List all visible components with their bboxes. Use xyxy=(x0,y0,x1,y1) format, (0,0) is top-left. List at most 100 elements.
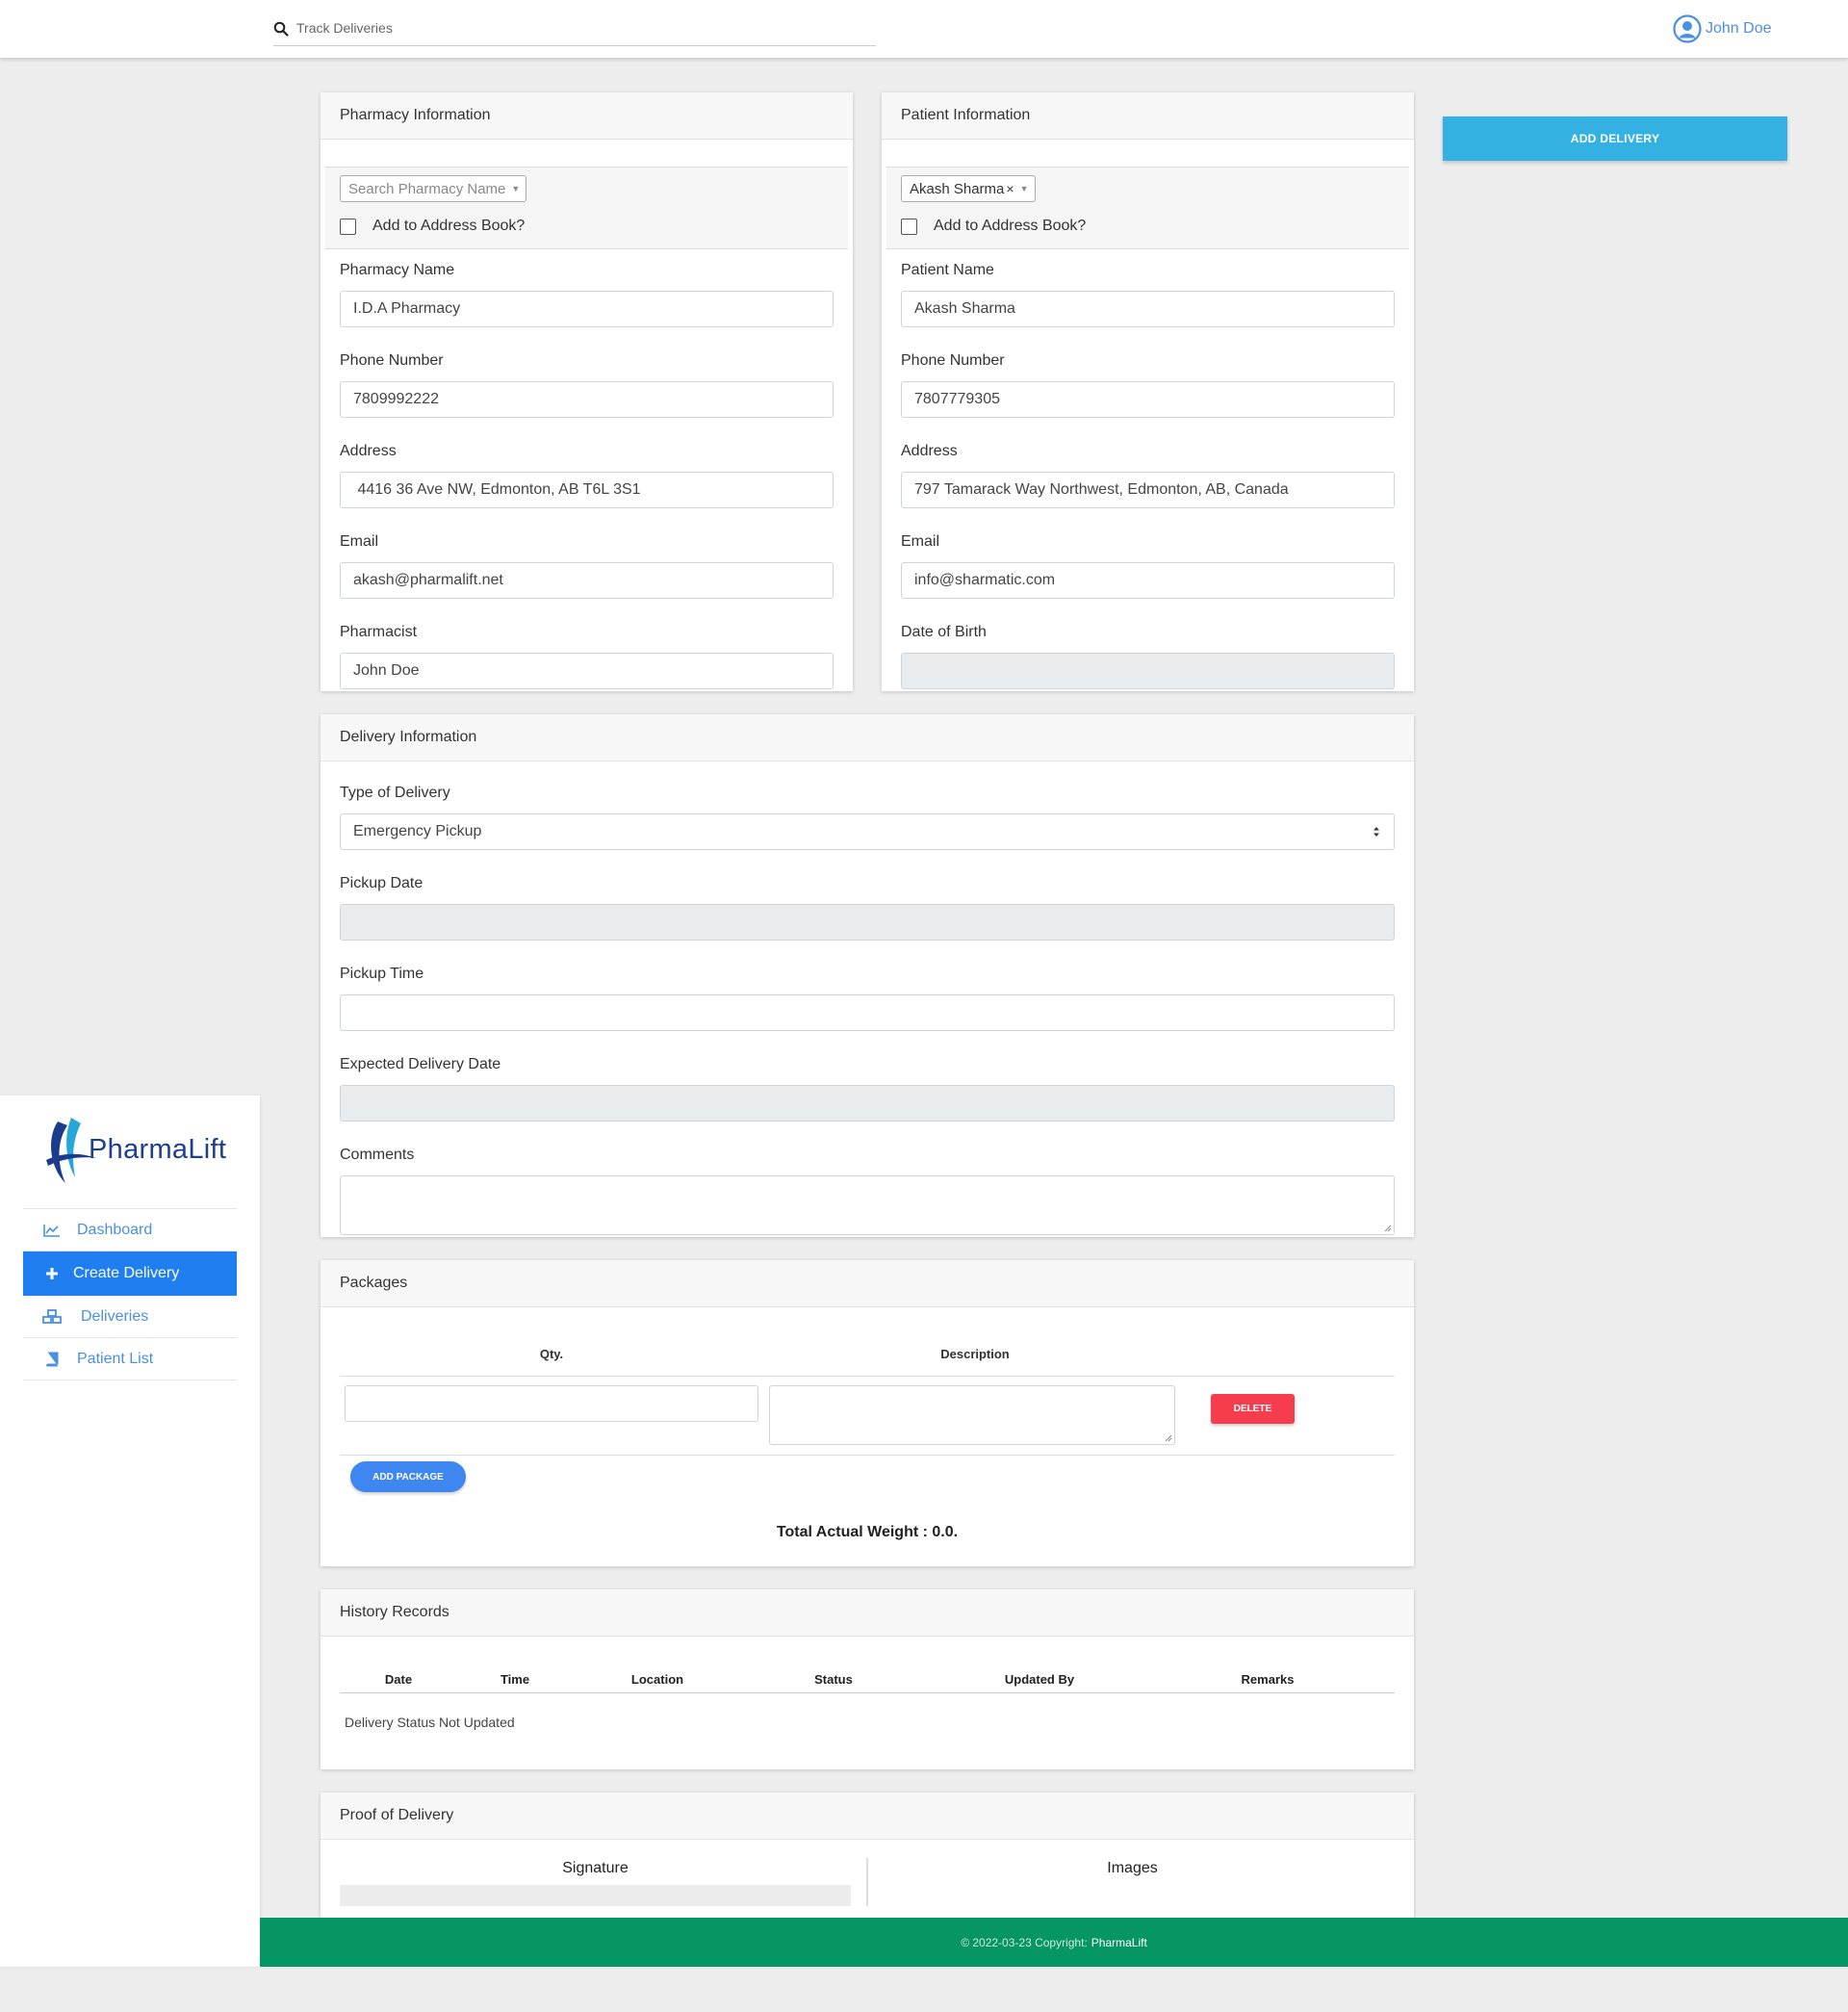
history-col-location: Location xyxy=(630,1672,684,1687)
pharmacist-input[interactable]: John Doe xyxy=(340,653,834,689)
patient-address-label: Address xyxy=(901,443,958,459)
comments-label: Comments xyxy=(340,1147,415,1163)
pharmacy-address-book-label: Add to Address Book? xyxy=(372,218,526,234)
pharmacy-phone-label: Phone Number xyxy=(340,352,444,369)
patient-address-book-label: Add to Address Book? xyxy=(934,218,1087,234)
patient-card: Patient Information Akash Sharma × ▼ Add… xyxy=(882,92,1414,691)
description-column-header: Description xyxy=(940,1347,1010,1361)
history-table-header: Date Time Location Status Updated By Rem… xyxy=(340,1655,1395,1693)
delivery-type-value: Emergency Pickup xyxy=(353,823,482,839)
package-description-textarea[interactable] xyxy=(769,1385,1175,1445)
user-name: John Doe xyxy=(1706,20,1772,37)
pharmacy-card-title: Pharmacy Information xyxy=(321,92,853,140)
history-col-time: Time xyxy=(500,1672,530,1687)
images-heading: Images xyxy=(1107,1860,1158,1876)
sidebar-nav: Dashboard Create Delivery Deliveries Pat… xyxy=(23,1208,237,1380)
resize-handle-icon[interactable] xyxy=(1165,1434,1172,1442)
patient-address-book-checkbox[interactable] xyxy=(901,218,917,235)
qty-column-header: Qty. xyxy=(539,1347,564,1361)
pharmacy-card: Pharmacy Information Search Pharmacy Nam… xyxy=(321,92,853,691)
sidebar: PharmaLift Dashboard Create Delivery Del… xyxy=(0,1096,260,1967)
pickup-date-label: Pickup Date xyxy=(340,875,424,891)
delivery-card-title: Delivery Information xyxy=(321,714,1414,761)
signature-heading: Signature xyxy=(562,1860,629,1876)
dob-input[interactable] xyxy=(901,653,1395,689)
total-weight: Total Actual Weight : 0.0. xyxy=(776,1524,959,1540)
proof-card: Proof of Delivery Signature Images xyxy=(321,1793,1414,1918)
patient-address-book-row: Add to Address Book? xyxy=(901,218,1086,235)
patient-select-area: Akash Sharma × ▼ Add to Address Book? xyxy=(886,167,1409,249)
proof-card-title: Proof of Delivery xyxy=(321,1793,1414,1840)
sidebar-item-patient-list[interactable]: Patient List xyxy=(23,1338,237,1380)
patient-email-label: Email xyxy=(901,533,940,550)
patient-card-title: Patient Information xyxy=(882,92,1414,140)
select-arrows-icon xyxy=(1373,827,1379,837)
add-package-button[interactable]: ADD PACKAGE xyxy=(350,1461,466,1492)
packages-card: Packages Qty. Description DELETE ADD PAC… xyxy=(321,1260,1414,1566)
patient-address-input[interactable]: 797 Tamarack Way Northwest, Edmonton, AB… xyxy=(901,472,1395,508)
user-menu[interactable]: John Doe xyxy=(1673,13,1772,44)
delete-package-button[interactable]: DELETE xyxy=(1211,1394,1295,1424)
patient-name-label: Patient Name xyxy=(901,262,994,278)
pickup-time-input[interactable] xyxy=(340,994,1395,1031)
signature-pad[interactable] xyxy=(340,1885,851,1906)
sidebar-item-label: Patient List xyxy=(77,1350,154,1367)
history-col-status: Status xyxy=(814,1672,853,1687)
history-card: History Records Date Time Location Statu… xyxy=(321,1589,1414,1769)
user-avatar-icon xyxy=(1673,14,1702,43)
add-delivery-button[interactable]: ADD DELIVERY xyxy=(1443,116,1787,161)
footer-brand-link[interactable]: PharmaLift xyxy=(1091,1936,1147,1949)
sidebar-item-label: Deliveries xyxy=(81,1307,149,1325)
delivery-card: Delivery Information Type of Delivery Em… xyxy=(321,714,1414,1237)
pharmacy-email-input[interactable]: akash@pharmalift.net xyxy=(340,562,834,599)
history-col-updated-by: Updated By xyxy=(1004,1672,1075,1687)
sidebar-item-label: Dashboard xyxy=(77,1221,153,1238)
logo-text: PharmaLift xyxy=(89,1134,227,1165)
footer-copyright: © 2022-03-23 Copyright: xyxy=(961,1935,1088,1949)
expected-date-input[interactable] xyxy=(340,1085,1395,1122)
pharmacy-email-label: Email xyxy=(340,533,379,550)
comments-textarea[interactable] xyxy=(340,1175,1395,1235)
pharmacist-label: Pharmacist xyxy=(340,624,418,640)
expected-date-label: Expected Delivery Date xyxy=(340,1056,501,1072)
sidebar-item-deliveries[interactable]: Deliveries xyxy=(23,1296,237,1338)
history-col-remarks: Remarks xyxy=(1241,1672,1295,1687)
delivery-type-label: Type of Delivery xyxy=(340,785,450,801)
pharmacy-select-area: Search Pharmacy Name ▼ Add to Address Bo… xyxy=(325,167,848,249)
track-deliveries-input[interactable] xyxy=(296,13,874,42)
patient-email-input[interactable]: info@sharmatic.com xyxy=(901,562,1395,599)
packages-table-header: Qty. Description xyxy=(340,1338,1395,1377)
patient-phone-label: Phone Number xyxy=(901,352,1005,369)
caret-down-icon: ▼ xyxy=(1019,184,1029,193)
clear-icon[interactable]: × xyxy=(1006,181,1014,196)
pharmacy-name-input[interactable]: I.D.A Pharmacy xyxy=(340,291,834,327)
sidebar-item-create-delivery[interactable]: Create Delivery xyxy=(23,1251,237,1296)
sidebar-item-dashboard[interactable]: Dashboard xyxy=(23,1209,237,1251)
packages-card-title: Packages xyxy=(321,1260,1414,1307)
resize-handle-icon[interactable] xyxy=(1384,1225,1392,1232)
dob-label: Date of Birth xyxy=(901,624,987,640)
pharmacy-search-placeholder: Search Pharmacy Name xyxy=(348,180,506,197)
pharmacy-search-select[interactable]: Search Pharmacy Name ▼ xyxy=(340,175,527,202)
search-icon xyxy=(273,21,289,37)
patient-search-select[interactable]: Akash Sharma × ▼ xyxy=(901,175,1036,202)
history-empty-message: Delivery Status Not Updated xyxy=(345,1715,515,1730)
history-card-title: History Records xyxy=(321,1589,1414,1637)
sidebar-item-label: Create Delivery xyxy=(73,1265,180,1281)
patient-name-input[interactable]: Akash Sharma xyxy=(901,291,1395,327)
pharmacy-phone-input[interactable]: 7809992222 xyxy=(340,381,834,418)
package-row: DELETE xyxy=(340,1377,1395,1456)
package-qty-input[interactable] xyxy=(345,1385,758,1422)
patient-phone-input[interactable]: 7807779305 xyxy=(901,381,1395,418)
patient-selected-value: Akash Sharma xyxy=(910,180,1005,197)
track-search xyxy=(273,13,876,46)
pharmacy-name-label: Pharmacy Name xyxy=(340,262,455,278)
pharmacy-address-book-checkbox[interactable] xyxy=(340,218,356,235)
pickup-date-input[interactable] xyxy=(340,904,1395,941)
delivery-type-select[interactable]: Emergency Pickup xyxy=(340,813,1395,850)
pharmacy-address-label: Address xyxy=(340,443,397,459)
pharmacy-address-input[interactable]: 4416 36 Ave NW, Edmonton, AB T6L 3S1 xyxy=(340,472,834,508)
plus-icon xyxy=(42,1265,62,1282)
pickup-time-label: Pickup Time xyxy=(340,966,424,982)
history-col-date: Date xyxy=(384,1672,413,1687)
